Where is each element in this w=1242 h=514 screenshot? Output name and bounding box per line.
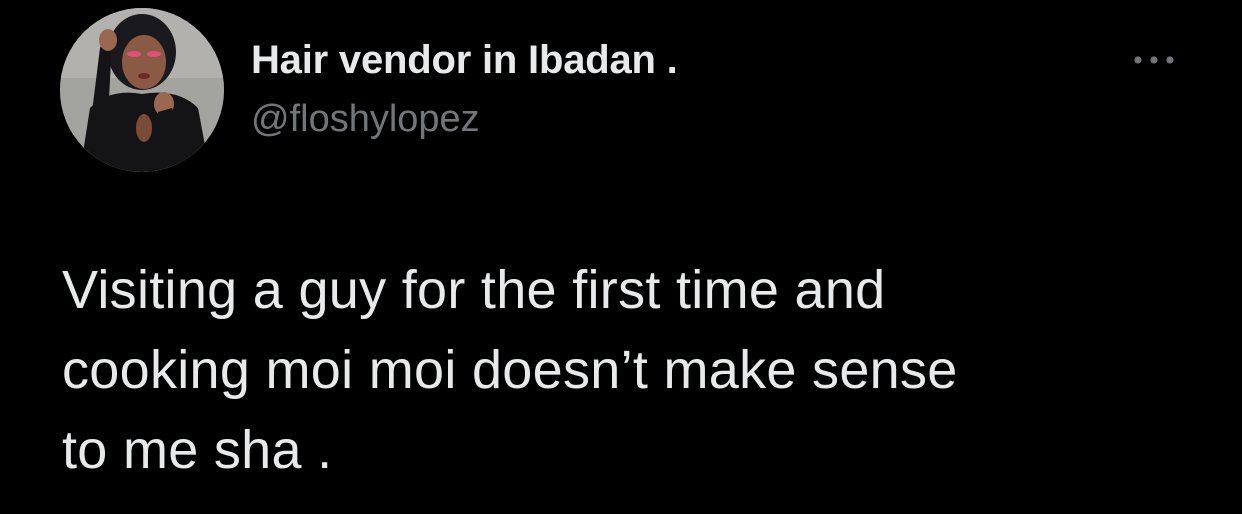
author-handle[interactable]: @floshylopez (251, 98, 480, 141)
more-options-button[interactable] (1128, 44, 1180, 76)
tweet-text-line: Visiting a guy for the first time and (62, 260, 886, 320)
tweet-text-line: cooking moi moi doesn’t make sense (62, 340, 958, 400)
author-display-name[interactable]: Hair vendor in Ibadan . (251, 38, 678, 83)
tweet-text: Visiting a guy for the first time and co… (62, 250, 1212, 490)
more-horizontal-icon (1134, 56, 1174, 64)
tweet-card: Hair vendor in Ibadan . @floshylopez Vis… (0, 0, 1242, 514)
author-avatar[interactable] (60, 8, 224, 172)
tweet-text-line: to me sha . (62, 420, 333, 480)
avatar-photo-icon (60, 8, 224, 172)
